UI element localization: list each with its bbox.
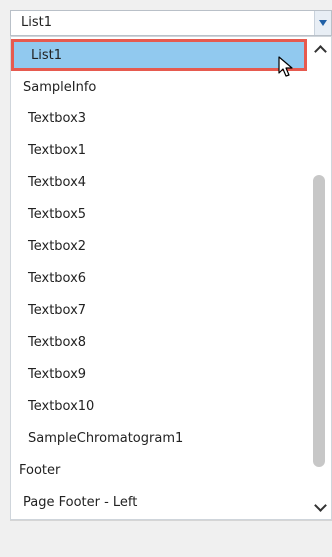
list-item[interactable]: Textbox7 xyxy=(11,294,307,326)
list-item-label: SampleInfo xyxy=(23,79,97,95)
list-item[interactable]: List1 xyxy=(11,39,307,71)
list-item[interactable]: Textbox8 xyxy=(11,326,307,358)
list-item[interactable]: Textbox3 xyxy=(11,102,307,134)
list-item[interactable]: Textbox5 xyxy=(11,198,307,230)
scroll-up-button[interactable] xyxy=(311,39,329,59)
list-item[interactable]: Textbox6 xyxy=(11,262,307,294)
list-item-label: Textbox1 xyxy=(28,142,87,158)
dropdown-button[interactable] xyxy=(314,11,331,35)
element-listbox[interactable]: List1 SampleInfo Textbox3 Textbox1 Textb… xyxy=(10,36,332,520)
popup-footer-area xyxy=(10,520,332,557)
scrollbar-thumb[interactable] xyxy=(313,175,325,467)
element-select-combobox[interactable]: List1 xyxy=(10,10,332,36)
list-item-label: Textbox3 xyxy=(28,110,87,126)
list-item[interactable]: SampleInfo xyxy=(11,71,307,103)
list-item-label: Textbox2 xyxy=(28,238,87,254)
list-item[interactable]: Textbox10 xyxy=(11,390,307,422)
list-item[interactable]: Footer xyxy=(11,454,307,486)
list-item-label: Textbox4 xyxy=(28,174,87,190)
list-item-label: SampleChromatogram1 xyxy=(28,430,184,446)
list-item-label: Textbox8 xyxy=(28,334,87,350)
triangle-down-icon xyxy=(319,20,327,26)
list-item-label: List1 xyxy=(31,47,62,63)
list-item-label: Footer xyxy=(19,462,61,478)
combobox-value: List1 xyxy=(21,15,52,30)
list-item-label: Textbox7 xyxy=(28,302,87,318)
list-item-label: Textbox6 xyxy=(28,270,87,286)
mouse-pointer-icon xyxy=(278,56,293,77)
list-item[interactable]: Textbox2 xyxy=(11,230,307,262)
list-item-label: Textbox9 xyxy=(28,366,87,382)
scrollbar-track[interactable] xyxy=(313,61,325,493)
list-item[interactable]: Textbox1 xyxy=(11,134,307,166)
list-item-label: Textbox5 xyxy=(28,206,87,222)
list-item[interactable]: SampleChromatogram1 xyxy=(11,422,307,454)
list-item-label: Page Footer - Left xyxy=(23,494,138,510)
scroll-down-button[interactable] xyxy=(311,497,329,517)
list-item[interactable]: Page Footer - Left xyxy=(11,486,307,518)
list-item[interactable]: Textbox9 xyxy=(11,358,307,390)
chevron-down-icon xyxy=(313,498,327,512)
chevron-up-icon xyxy=(313,44,327,58)
list-item-label: Textbox10 xyxy=(28,398,95,414)
list-item[interactable]: Textbox4 xyxy=(11,166,307,198)
dropdown-popup: List1 List1 SampleInfo Textbox3 Textbox1… xyxy=(0,0,332,557)
